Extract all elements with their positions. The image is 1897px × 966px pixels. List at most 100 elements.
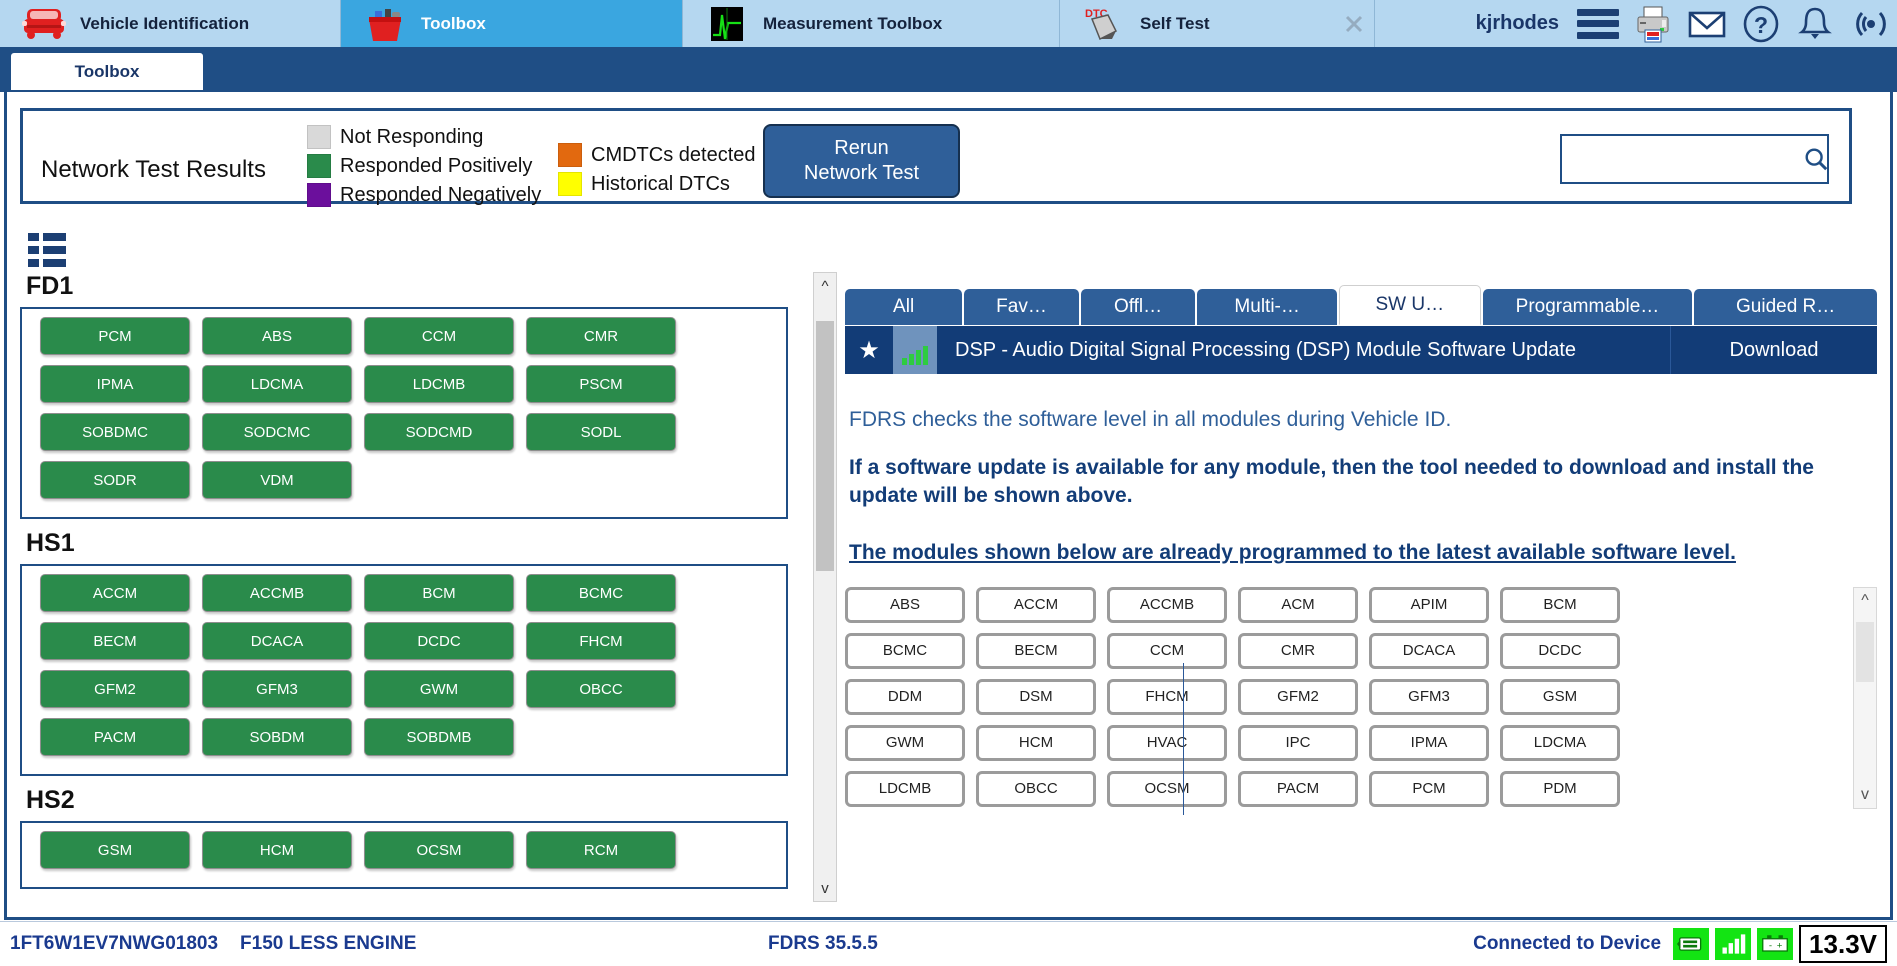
mail-icon[interactable]: [1687, 4, 1727, 44]
module-button[interactable]: GFM3: [202, 670, 352, 708]
legend-label: Not Responding: [340, 126, 483, 149]
right-scrollbar[interactable]: ^ v: [1853, 587, 1877, 809]
nav-tab-self-test[interactable]: DTC Self Test: [1060, 0, 1375, 47]
left-scrollbar[interactable]: ^ v: [813, 272, 837, 902]
module-cell[interactable]: ACM: [1238, 587, 1358, 623]
module-button[interactable]: SODCMD: [364, 413, 514, 451]
tab-toolbox[interactable]: Toolbox: [10, 52, 204, 91]
module-cell[interactable]: CMR: [1238, 633, 1358, 669]
nav-tab-vehicle-identification[interactable]: Vehicle Identification: [0, 0, 341, 47]
module-button[interactable]: ACCM: [40, 574, 190, 612]
scrollbar-thumb[interactable]: [816, 321, 834, 571]
tab-guided-r[interactable]: Guided R…: [1694, 289, 1877, 325]
module-cell[interactable]: HVAC: [1107, 725, 1227, 761]
tab-programmable[interactable]: Programmable…: [1483, 289, 1693, 325]
nav-tab-measurement-toolbox[interactable]: Measurement Toolbox: [683, 0, 1060, 47]
svg-text:-: -: [1769, 940, 1772, 951]
module-button[interactable]: HCM: [202, 831, 352, 869]
tab-all[interactable]: All: [845, 289, 962, 325]
scroll-down-icon[interactable]: v: [1854, 782, 1876, 808]
module-cell[interactable]: CCM: [1107, 633, 1227, 669]
vci-icon: [1673, 928, 1709, 960]
module-button[interactable]: PACM: [40, 718, 190, 756]
module-cell[interactable]: OCSM: [1107, 771, 1227, 807]
module-button[interactable]: GFM2: [40, 670, 190, 708]
module-button[interactable]: LDCMA: [202, 365, 352, 403]
hamburger-menu-icon[interactable]: [1577, 9, 1619, 39]
tab-multi[interactable]: Multi-…: [1197, 289, 1337, 325]
module-cell[interactable]: DCACA: [1369, 633, 1489, 669]
star-icon[interactable]: ★: [845, 326, 893, 374]
search-box[interactable]: [1560, 134, 1829, 184]
module-button[interactable]: FHCM: [526, 622, 676, 660]
module-cell[interactable]: ABS: [845, 587, 965, 623]
module-button[interactable]: SODCMC: [202, 413, 352, 451]
module-button[interactable]: SOBDMB: [364, 718, 514, 756]
module-cell[interactable]: DDM: [845, 679, 965, 715]
tab-fav[interactable]: Fav…: [964, 289, 1079, 325]
search-icon[interactable]: [1803, 136, 1829, 182]
module-cell[interactable]: FHCM: [1107, 679, 1227, 715]
module-button[interactable]: ABS: [202, 317, 352, 355]
wifi-icon[interactable]: [1849, 4, 1889, 44]
module-button[interactable]: SODL: [526, 413, 676, 451]
module-button[interactable]: GSM: [40, 831, 190, 869]
module-cell[interactable]: BCM: [1500, 587, 1620, 623]
tab-sw-u[interactable]: SW U…: [1339, 285, 1481, 325]
module-button[interactable]: BCMC: [526, 574, 676, 612]
module-button[interactable]: DCDC: [364, 622, 514, 660]
module-button[interactable]: GWM: [364, 670, 514, 708]
module-button[interactable]: PCM: [40, 317, 190, 355]
module-cell[interactable]: BECM: [976, 633, 1096, 669]
module-button[interactable]: DCACA: [202, 622, 352, 660]
module-button[interactable]: SODR: [40, 461, 190, 499]
scroll-up-icon[interactable]: ^: [1854, 588, 1876, 614]
scroll-down-icon[interactable]: v: [814, 875, 836, 901]
printer-icon[interactable]: [1633, 4, 1673, 44]
module-cell[interactable]: LDCMA: [1500, 725, 1620, 761]
module-button[interactable]: RCM: [526, 831, 676, 869]
module-cell[interactable]: IPC: [1238, 725, 1358, 761]
module-button[interactable]: OBCC: [526, 670, 676, 708]
module-button[interactable]: ACCMB: [202, 574, 352, 612]
module-cell[interactable]: ACCM: [976, 587, 1096, 623]
module-cell[interactable]: DCDC: [1500, 633, 1620, 669]
module-cell[interactable]: HCM: [976, 725, 1096, 761]
module-button[interactable]: SOBDMC: [40, 413, 190, 451]
help-icon[interactable]: ?: [1741, 4, 1781, 44]
module-cell[interactable]: PCM: [1369, 771, 1489, 807]
module-button[interactable]: CMR: [526, 317, 676, 355]
download-button[interactable]: Download: [1670, 326, 1877, 374]
nav-tab-toolbox[interactable]: Toolbox: [341, 0, 683, 47]
module-button[interactable]: OCSM: [364, 831, 514, 869]
module-button[interactable]: CCM: [364, 317, 514, 355]
rerun-network-test-button[interactable]: Rerun Network Test: [763, 124, 960, 198]
tab-offl[interactable]: Offl…: [1081, 289, 1196, 325]
module-cell[interactable]: GWM: [845, 725, 965, 761]
module-cell[interactable]: GFM2: [1238, 679, 1358, 715]
module-button[interactable]: PSCM: [526, 365, 676, 403]
grid-view-icon[interactable]: [28, 233, 66, 267]
module-cell[interactable]: APIM: [1369, 587, 1489, 623]
module-cell[interactable]: PDM: [1500, 771, 1620, 807]
module-cell[interactable]: GFM3: [1369, 679, 1489, 715]
module-cell[interactable]: IPMA: [1369, 725, 1489, 761]
bell-icon[interactable]: [1795, 4, 1835, 44]
module-cell[interactable]: OBCC: [976, 771, 1096, 807]
module-button[interactable]: SOBDM: [202, 718, 352, 756]
module-button[interactable]: LDCMB: [364, 365, 514, 403]
module-cell[interactable]: DSM: [976, 679, 1096, 715]
scroll-up-icon[interactable]: ^: [814, 273, 836, 299]
module-cell[interactable]: ACCMB: [1107, 587, 1227, 623]
module-button[interactable]: BCM: [364, 574, 514, 612]
close-icon[interactable]: [1344, 14, 1364, 34]
module-cell[interactable]: GSM: [1500, 679, 1620, 715]
scrollbar-thumb[interactable]: [1856, 622, 1874, 682]
module-cell[interactable]: LDCMB: [845, 771, 965, 807]
module-button[interactable]: IPMA: [40, 365, 190, 403]
module-button[interactable]: BECM: [40, 622, 190, 660]
module-cell[interactable]: BCMC: [845, 633, 965, 669]
module-cell[interactable]: PACM: [1238, 771, 1358, 807]
search-input[interactable]: [1562, 136, 1803, 182]
module-button[interactable]: VDM: [202, 461, 352, 499]
